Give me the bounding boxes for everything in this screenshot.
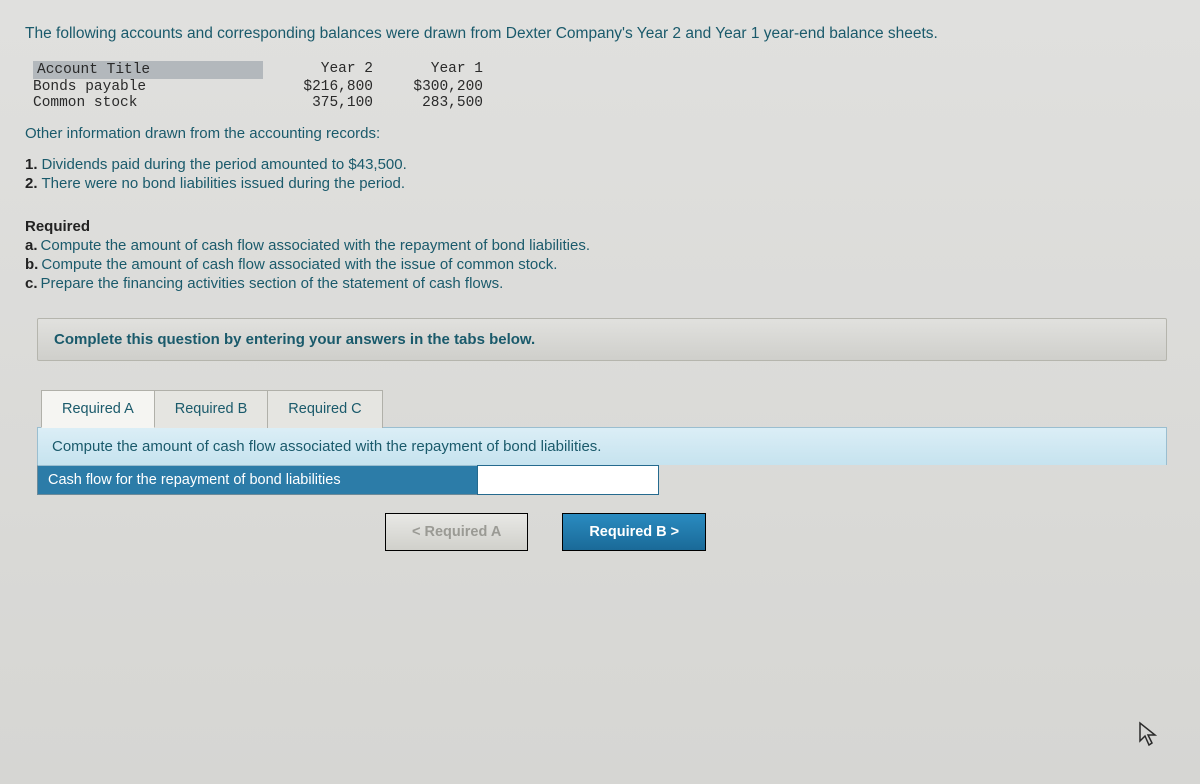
tab-required-c[interactable]: Required C [268,390,382,428]
tabs: Required A Required B Required C [41,389,1185,427]
required-text: Prepare the financing activities section… [41,275,504,292]
cell-year2: $216,800 [263,79,373,95]
nav-buttons: < Required A Required B > [385,513,1185,551]
header-year2: Year 2 [263,61,373,79]
table-row: Bonds payable $216,800 $300,200 [33,79,483,95]
cell-account-title: Common stock [33,95,263,111]
notes-list: 1.Dividends paid during the period amoun… [25,156,1185,192]
answer-table: Cash flow for the repayment of bond liab… [37,465,659,495]
answer-label: Cash flow for the repayment of bond liab… [38,466,478,494]
note-text: There were no bond liabilities issued du… [42,175,406,192]
header-year1: Year 1 [373,61,483,79]
instruction-banner: Complete this question by entering your … [37,318,1167,361]
required-item: c.Prepare the financing activities secti… [25,275,1185,292]
note-item: 2.There were no bond liabilities issued … [25,175,1185,192]
account-table: Account Title Year 2 Year 1 Bonds payabl… [33,61,483,111]
required-text: Compute the amount of cash flow associat… [41,256,557,273]
required-item: a.Compute the amount of cash flow associ… [25,237,1185,254]
tab-instruction: Compute the amount of cash flow associat… [37,427,1167,465]
cell-year2: 375,100 [263,95,373,111]
tab-required-a[interactable]: Required A [41,390,155,428]
required-text: Compute the amount of cash flow associat… [41,237,590,254]
answer-input-cell [478,466,658,494]
other-info-heading: Other information drawn from the account… [25,125,1185,142]
required-letter: b. [25,256,38,273]
cell-year1: $300,200 [373,79,483,95]
note-text: Dividends paid during the period amounte… [42,156,407,173]
required-letter: a. [25,237,38,254]
answer-input[interactable] [478,466,658,494]
cell-year1: 283,500 [373,95,483,111]
required-list: a.Compute the amount of cash flow associ… [25,237,1185,292]
problem-intro: The following accounts and corresponding… [25,25,1185,43]
required-letter: c. [25,275,38,292]
note-item: 1.Dividends paid during the period amoun… [25,156,1185,173]
note-number: 2. [25,175,38,192]
next-button[interactable]: Required B > [562,513,706,551]
cursor-icon [1138,721,1160,754]
prev-button: < Required A [385,513,528,551]
cell-account-title: Bonds payable [33,79,263,95]
tab-panel: Compute the amount of cash flow associat… [37,427,1167,495]
header-account-title: Account Title [33,61,263,79]
note-number: 1. [25,156,38,173]
table-row: Common stock 375,100 283,500 [33,95,483,111]
tab-required-b[interactable]: Required B [155,390,269,428]
required-item: b.Compute the amount of cash flow associ… [25,256,1185,273]
required-heading: Required [25,218,1185,235]
table-header-row: Account Title Year 2 Year 1 [33,61,483,79]
